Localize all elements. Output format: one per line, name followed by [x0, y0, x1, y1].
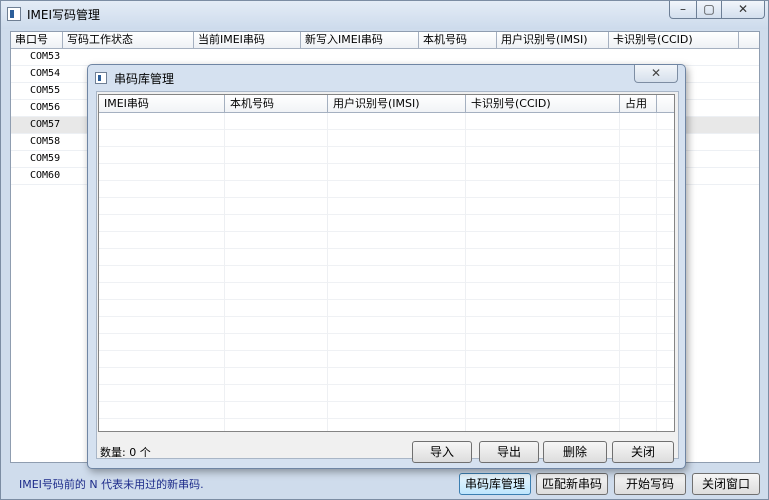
serial-list-grid[interactable]: IMEI串码 本机号码 用户识别号(IMSI) 卡识别号(CCID) 占用	[98, 94, 675, 432]
export-button[interactable]: 导出	[479, 441, 539, 463]
dialog-close-text-button[interactable]: 关闭	[612, 441, 674, 463]
port-cell: COM60	[30, 170, 61, 181]
column-header-filler	[739, 32, 759, 49]
delete-button[interactable]: 删除	[543, 441, 607, 463]
dialog-title: 串码库管理	[114, 72, 175, 86]
match-new-serial-button[interactable]: 匹配新串码	[536, 473, 608, 495]
column-header-imsi[interactable]: 用户识别号(IMSI)	[328, 95, 466, 113]
minimize-button[interactable]: –	[669, 1, 697, 19]
empty-grid-lines	[99, 113, 674, 431]
serial-library-dialog: 串码库管理 ✕ IMEI串码 本机号码 用户识别号(IMSI) 卡识别号(CCI…	[87, 64, 686, 469]
column-header-phone-number[interactable]: 本机号码	[225, 95, 328, 113]
column-header-occupied[interactable]: 占用	[620, 95, 657, 113]
column-header-phone-number[interactable]: 本机号码	[419, 32, 497, 49]
dialog-panel: IMEI串码 本机号码 用户识别号(IMSI) 卡识别号(CCID) 占用 数量…	[96, 91, 679, 463]
start-writing-button[interactable]: 开始写码	[614, 473, 686, 495]
column-divider	[327, 113, 328, 431]
column-divider	[224, 113, 225, 431]
close-button[interactable]: ✕	[721, 1, 765, 19]
port-cell: COM57	[30, 119, 61, 130]
column-header-imsi[interactable]: 用户识别号(IMSI)	[497, 32, 609, 49]
column-header-port[interactable]: 串口号	[11, 32, 63, 49]
column-divider	[619, 113, 620, 431]
column-header-filler	[657, 95, 674, 113]
app-icon	[7, 7, 21, 21]
record-count: 数量: 0 个	[100, 446, 151, 459]
close-window-button[interactable]: 关闭窗口	[692, 473, 760, 495]
dialog-icon	[95, 72, 107, 84]
port-cell: COM56	[30, 102, 61, 113]
port-cell: COM54	[30, 68, 61, 79]
port-cell: COM55	[30, 85, 61, 96]
column-header-status[interactable]: 写码工作状态	[63, 32, 194, 49]
port-cell: COM53	[30, 51, 61, 62]
column-header-ccid[interactable]: 卡识别号(CCID)	[466, 95, 620, 113]
column-divider	[465, 113, 466, 431]
serial-library-button[interactable]: 串码库管理	[459, 473, 531, 495]
column-header-imei[interactable]: IMEI串码	[99, 95, 225, 113]
import-button[interactable]: 导入	[412, 441, 472, 463]
column-divider	[656, 113, 657, 431]
column-header-ccid[interactable]: 卡识别号(CCID)	[609, 32, 739, 49]
dialog-close-button[interactable]: ✕	[634, 65, 678, 83]
grid-header: 串口号 写码工作状态 当前IMEI串码 新写入IMEI串码 本机号码 用户识别号…	[11, 32, 759, 49]
maximize-button[interactable]: ▢	[696, 1, 722, 19]
port-cell: COM58	[30, 136, 61, 147]
title-bar: IMEI写码管理 – ▢ ✕	[1, 1, 768, 29]
column-header-new-imei[interactable]: 新写入IMEI串码	[301, 32, 419, 49]
port-cell: COM59	[30, 153, 61, 164]
status-note: IMEI号码前的 N 代表未用过的新串码.	[19, 478, 204, 491]
column-header-current-imei[interactable]: 当前IMEI串码	[194, 32, 301, 49]
window-title: IMEI写码管理	[27, 8, 101, 22]
